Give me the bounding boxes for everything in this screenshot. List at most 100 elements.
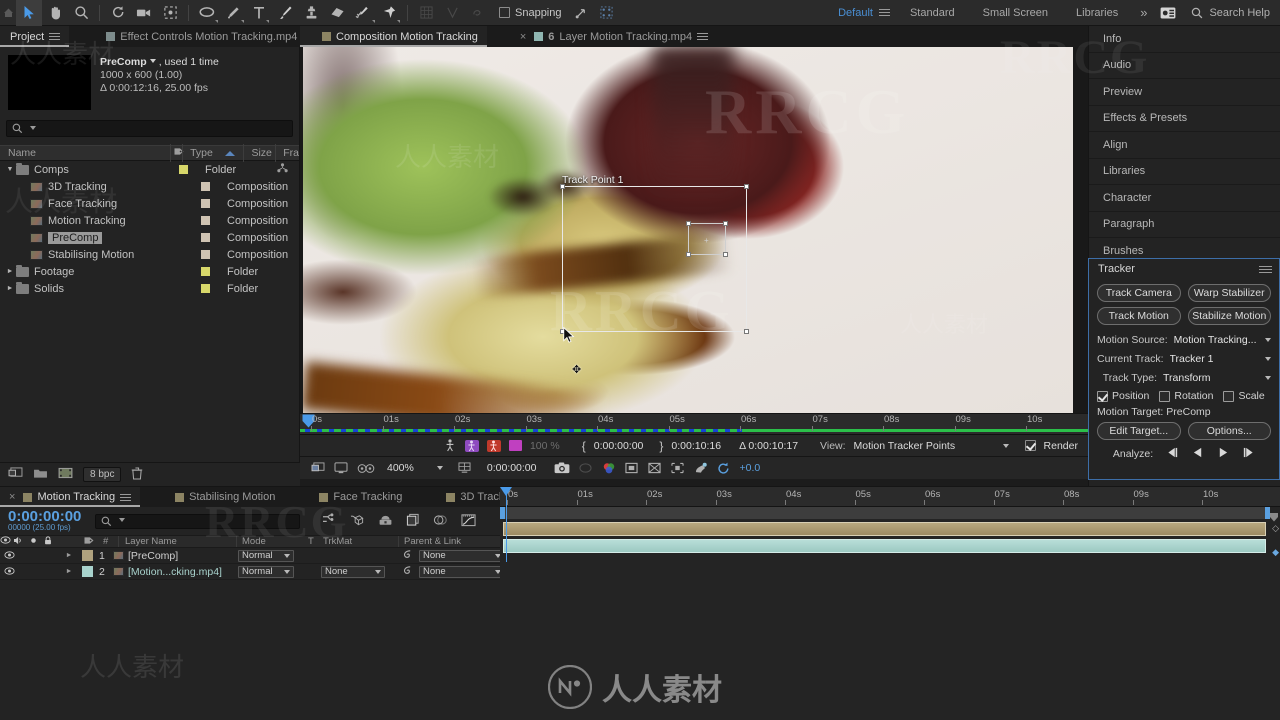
magnification-chevron-icon[interactable] [436,466,443,470]
resolution-percent[interactable]: 100 % [530,440,560,452]
label-color-swatch[interactable] [201,216,210,225]
tab-project[interactable]: Project [0,26,70,47]
timeline-tab-stabilising-motion[interactable]: Stabilising Motion [166,487,285,507]
feature-handle-tr[interactable] [723,221,728,226]
timeline-tab-face-tracking[interactable]: Face Tracking [310,487,412,507]
current-time-value[interactable]: 0:00:00:00 [487,462,537,474]
layer-panel-menu-icon[interactable] [697,33,709,40]
edit-target-button[interactable]: Edit Target... [1097,422,1181,440]
workspace-default[interactable]: Default [838,7,873,19]
search-help[interactable]: Search Help [1191,7,1270,19]
footage-icon[interactable] [58,467,73,482]
show-snapshot-icon[interactable] [579,462,593,474]
toggle-mask-icon[interactable] [648,462,662,474]
tab-composition-motion-tracking[interactable]: Composition Motion Tracking [300,26,487,47]
project-list-item[interactable]: Face Tracking Composition [0,195,299,212]
brush-tool[interactable] [272,0,298,26]
composition-time-ruler[interactable]: 0s 01s 02s 03s 04s 05s 06s 07s 08s 09s 10s [300,413,1088,435]
clone-stamp-tool[interactable] [298,0,324,26]
label-color-swatch[interactable] [201,284,210,293]
channel-rgb-icon[interactable] [602,462,616,474]
track-handle-tl[interactable] [560,184,565,189]
tracker-panel-menu-icon[interactable] [1259,265,1272,273]
camera-tool[interactable] [131,0,157,26]
tab-layer-motion-tracking[interactable]: × 6 Layer Motion Tracking.mp4 [510,26,718,47]
zoom-tool[interactable] [68,0,94,26]
analyze-backward-button[interactable] [1192,447,1204,461]
right-panel-align[interactable]: Align [1089,132,1280,159]
out-point-value[interactable]: 0:00:10:16 [671,440,721,452]
composition-mini-flowchart-icon[interactable] [322,513,337,529]
hand-tool[interactable] [42,0,68,26]
display-monitor-icon[interactable] [334,462,348,474]
timeline-work-area-bar[interactable] [500,507,1270,519]
position-checkbox[interactable] [1097,390,1108,402]
label-color-swatch[interactable] [201,267,210,276]
feature-handle-bl[interactable] [686,252,691,257]
timeline-layer-bar-2[interactable] [503,539,1266,553]
duration-value[interactable]: Δ 0:00:10:17 [739,440,798,452]
roto-brush-tool[interactable] [350,0,376,26]
project-list-item[interactable]: ► Footage Folder [0,263,299,280]
workspace-overflow[interactable]: » [1140,5,1147,20]
project-list-item[interactable]: ▼ Comps Folder [0,161,299,178]
label-color-swatch[interactable] [201,182,210,191]
ellipse-shape-tool[interactable] [194,0,220,26]
options-button[interactable]: Options... [1187,422,1271,440]
parent-pickwhip-icon[interactable] [399,565,415,578]
disclosure-triangle[interactable]: ► [4,268,16,275]
motion-source-dropdown[interactable]: Motion Tracking... [1174,334,1271,346]
view-dropdown[interactable]: Motion Tracker Points [854,440,1009,452]
timeline-search-input[interactable] [95,513,301,529]
label-color-swatch[interactable] [201,250,210,259]
graph-editor-icon[interactable] [461,513,476,530]
pen-tool[interactable] [220,0,246,26]
chevron-down-icon[interactable] [30,125,36,130]
right-panel-preview[interactable]: Preview [1089,79,1280,106]
track-camera-button[interactable]: Track Camera [1097,284,1181,302]
column-size[interactable]: Size [243,144,275,162]
3d-view-icon[interactable] [357,462,375,474]
feature-handle-br[interactable] [723,252,728,257]
workspace-standard[interactable]: Standard [910,7,955,19]
track-feature-region[interactable]: + [686,221,728,257]
analyze-1-frame-back-button[interactable] [1166,447,1179,461]
layer-parent-dropdown[interactable]: None [419,549,505,562]
delete-icon[interactable] [131,466,143,483]
stabilize-motion-button[interactable]: Stabilize Motion [1187,307,1271,325]
selection-tool[interactable] [16,0,42,26]
project-list-item[interactable]: Motion Tracking Composition [0,212,299,229]
motion-blur-icon[interactable] [433,514,448,529]
rotation-checkbox[interactable] [1159,390,1171,402]
feature-handle-tl[interactable] [686,221,691,226]
scale-checkbox[interactable] [1223,390,1235,402]
track-type-dropdown[interactable]: Transform [1163,372,1271,384]
track-handle-tr[interactable] [744,184,749,189]
puppet-pin-tool[interactable] [376,0,402,26]
new-comp-icon[interactable] [8,467,23,482]
column-name[interactable]: Name [0,147,170,159]
timeline-playhead[interactable] [500,487,512,496]
warp-stabilizer-button[interactable]: Warp Stabilizer [1187,284,1271,302]
parent-pickwhip-icon[interactable] [399,549,415,562]
toggle-transparency-grid-icon[interactable] [464,439,479,452]
project-list-item[interactable]: Stabilising Motion Composition [0,246,299,263]
rotation-tool[interactable] [105,0,131,26]
eraser-tool[interactable] [324,0,350,26]
work-area-start-handle[interactable] [500,507,505,519]
layer-name-cell[interactable]: [PreComp] [113,550,235,562]
snap-arrow-icon[interactable] [568,0,594,26]
label-color-swatch[interactable] [201,233,210,242]
grid-guides-icon[interactable] [413,0,439,26]
layer-visibility-toggle[interactable] [4,550,15,561]
type-tool[interactable] [246,0,272,26]
label-color-swatch[interactable] [179,165,188,174]
enable-motion-blur-icon[interactable] [443,439,457,452]
home-icon[interactable] [0,0,16,26]
exposure-value[interactable]: +0.0 [740,462,761,474]
workspace-libraries[interactable]: Libraries [1076,7,1118,19]
layer-mode-dropdown[interactable]: Normal [238,565,294,578]
layer-name-cell[interactable]: [Motion...cking.mp4] [113,566,235,578]
snapping-checkbox[interactable] [499,7,510,18]
refresh-icon[interactable] [717,462,731,474]
